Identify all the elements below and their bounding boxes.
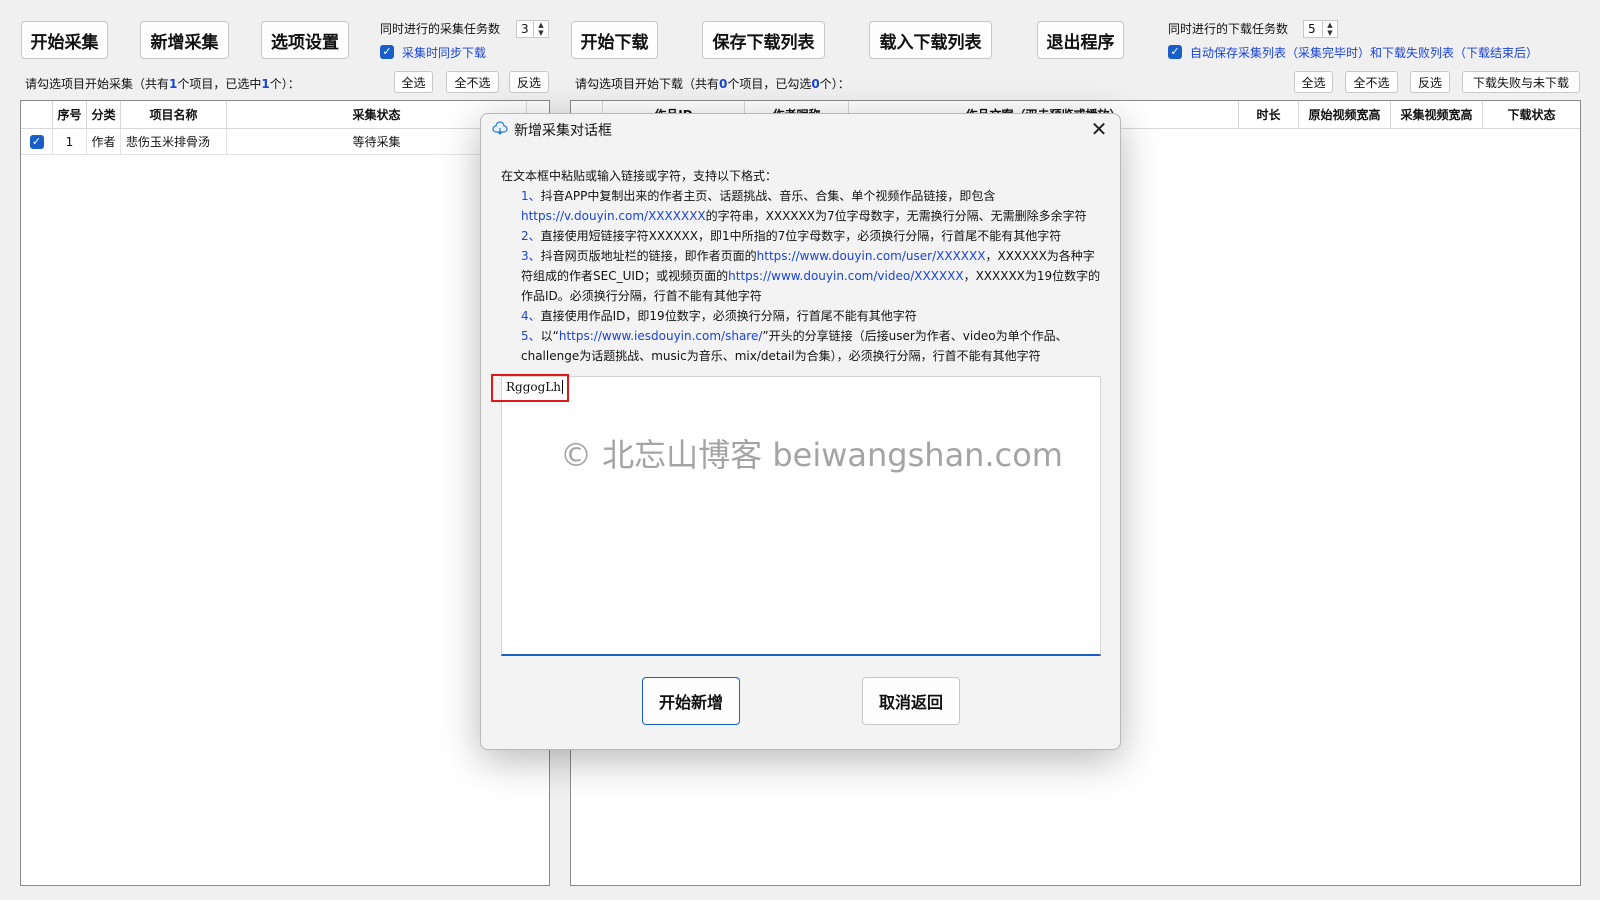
autosave-checkbox[interactable]: ✓ — [1168, 45, 1182, 59]
options-button[interactable]: 选项设置 — [261, 21, 349, 59]
collect-concurrency-label: 同时进行的采集任务数 — [380, 22, 501, 36]
input-highlight-box — [491, 374, 569, 402]
left-select-none-button[interactable]: 全不选 — [446, 71, 499, 93]
right-status-text: 请勾选项目开始下载（共有0个项目，已勾选0个）： — [575, 77, 850, 91]
exit-button[interactable]: 退出程序 — [1037, 21, 1124, 59]
column-header-name[interactable]: 项目名称 — [121, 101, 227, 129]
table-row-index: 1 — [53, 129, 87, 155]
column-header-duration[interactable]: 时长 — [1239, 101, 1299, 129]
right-select-none-button[interactable]: 全不选 — [1345, 71, 1398, 93]
table-row-checkbox[interactable]: ✓ — [21, 129, 53, 155]
left-invert-button[interactable]: 反选 — [509, 71, 549, 93]
instruction-item-1: 1、抖音APP中复制出来的作者主页、话题挑战、音乐、合集、单个视频作品链接，即包… — [521, 189, 1087, 223]
left-select-all-button[interactable]: 全选 — [394, 71, 433, 93]
download-concurrency-spinner[interactable]: 5 ▲ ▼ — [1303, 20, 1338, 38]
instructions: 在文本框中粘贴或输入链接或字符，支持以下格式： 1、抖音APP中复制出来的作者主… — [501, 166, 1101, 366]
instruction-item-5: 5、以“https://www.iesdouyin.com/share/”开头的… — [521, 329, 1068, 363]
cancel-button[interactable]: 取消返回 — [862, 677, 960, 725]
column-header-collected-size[interactable]: 采集视频宽高 — [1391, 101, 1483, 129]
sync-download-checkbox[interactable]: ✓ — [380, 45, 394, 59]
left-status-text: 请勾选项目开始采集（共有1个项目，已选中1个）： — [25, 77, 300, 91]
start-add-button[interactable]: 开始新增 — [642, 677, 740, 725]
instruction-item-4: 4、直接使用作品ID，即19位数字，必须换行分隔，行首尾不能有其他字符 — [521, 309, 917, 323]
download-concurrency-value: 5 — [1308, 22, 1316, 36]
column-header-original-size[interactable]: 原始视频宽高 — [1299, 101, 1391, 129]
start-collect-button[interactable]: 开始采集 — [21, 21, 108, 59]
column-header-checkbox — [21, 101, 53, 129]
table-row-category: 作者 — [87, 129, 121, 155]
spinner-arrows-icon[interactable]: ▲ ▼ — [533, 21, 548, 37]
instruction-item-3: 3、抖音网页版地址栏的链接，即作者页面的https://www.douyin.c… — [521, 249, 1101, 303]
spinner-arrows-icon[interactable]: ▲ ▼ — [1322, 21, 1337, 37]
start-download-button[interactable]: 开始下载 — [571, 21, 658, 59]
right-select-all-button[interactable]: 全选 — [1294, 71, 1333, 93]
download-concurrency-label: 同时进行的下载任务数 — [1168, 22, 1289, 36]
column-header-index[interactable]: 序号 — [53, 101, 87, 129]
watermark: © 北忘山博客 beiwangshan.com — [560, 436, 1063, 474]
table-row-name: 悲伤玉米排骨汤 — [121, 129, 227, 155]
right-invert-button[interactable]: 反选 — [1410, 71, 1450, 93]
dialog-title: 新增采集对话框 — [514, 123, 612, 139]
download-failed-button[interactable]: 下载失败与未下载 — [1462, 71, 1580, 93]
checkbox-checked-icon[interactable]: ✓ — [29, 134, 44, 149]
load-download-list-button[interactable]: 载入下载列表 — [869, 21, 992, 59]
instructions-intro: 在文本框中粘贴或输入链接或字符，支持以下格式： — [501, 169, 778, 183]
cloud-download-icon — [492, 121, 508, 137]
autosave-label: 自动保存采集列表（采集完毕时）和下载失败列表（下载结束后） — [1190, 46, 1539, 60]
sync-download-label: 采集时同步下载 — [402, 46, 487, 60]
collect-concurrency-value: 3 — [521, 22, 529, 36]
collect-concurrency-spinner[interactable]: 3 ▲ ▼ — [516, 20, 549, 38]
add-collect-button[interactable]: 新增采集 — [140, 21, 229, 59]
column-header-category[interactable]: 分类 — [87, 101, 121, 129]
column-header-download-status[interactable]: 下载状态 — [1483, 101, 1580, 129]
link-input-textarea[interactable]: RggogLh — [501, 376, 1101, 656]
close-icon[interactable]: ✕ — [1085, 116, 1113, 142]
save-download-list-button[interactable]: 保存下载列表 — [702, 21, 825, 59]
collect-list-table[interactable]: 序号 分类 项目名称 采集状态 ✓ 1 作者 悲伤玉米排骨汤 等待采集 — [20, 100, 550, 886]
instruction-item-2: 2、直接使用短链接字符XXXXXX，即1中所指的7位字母数字，必须换行分隔，行首… — [521, 229, 1062, 243]
